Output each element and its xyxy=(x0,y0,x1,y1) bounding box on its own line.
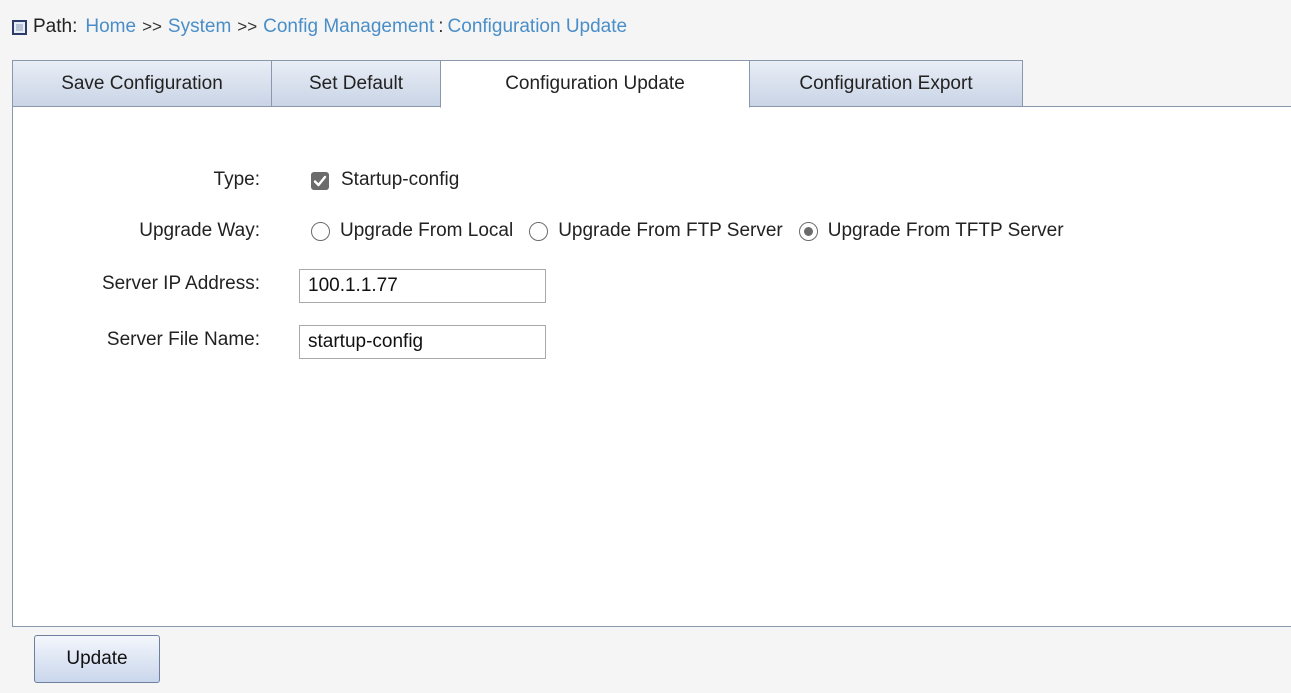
type-label: Type: xyxy=(213,169,260,190)
upgrade-from-ftp-radio[interactable] xyxy=(529,221,549,241)
tab-set-default[interactable]: Set Default xyxy=(271,60,441,107)
upgrade-from-ftp-option[interactable]: Upgrade From FTP Server xyxy=(529,220,783,242)
tab-configuration-update[interactable]: Configuration Update xyxy=(440,60,750,108)
server-ip-label: Server IP Address: xyxy=(101,273,260,294)
breadcrumb-separator: >> xyxy=(237,17,258,36)
upgrade-from-tftp-option[interactable]: Upgrade From TFTP Server xyxy=(798,220,1064,242)
upgrade-way-radio-group: Upgrade From Local Upgrade From FTP Serv… xyxy=(311,220,1080,242)
breadcrumb-current: Configuration Update xyxy=(447,16,628,37)
breadcrumb-separator: >> xyxy=(142,17,162,36)
upgrade-from-tftp-radio[interactable] xyxy=(798,221,818,241)
checkmark-icon xyxy=(313,175,327,187)
upgrade-from-ftp-label: Upgrade From FTP Server xyxy=(558,220,783,241)
tab-bar: Save Configuration Set Default Configura… xyxy=(12,60,1023,108)
startup-config-checkbox[interactable] xyxy=(311,172,329,190)
server-ip-input[interactable] xyxy=(299,269,546,303)
upgrade-from-local-label: Upgrade From Local xyxy=(340,220,514,241)
server-file-name-input[interactable] xyxy=(299,325,546,359)
breadcrumb-label: Path: xyxy=(33,16,78,37)
startup-config-label: Startup-config xyxy=(341,169,460,190)
tab-save-configuration[interactable]: Save Configuration xyxy=(12,60,272,107)
upgrade-way-label: Upgrade Way: xyxy=(139,220,260,241)
upgrade-from-local-option[interactable]: Upgrade From Local xyxy=(311,220,513,242)
breadcrumb-config-management-link[interactable]: Config Management xyxy=(263,16,434,38)
breadcrumb-system-link[interactable]: System xyxy=(168,16,231,38)
upgrade-from-local-radio[interactable] xyxy=(311,221,330,241)
config-update-page: Path: Home >> System >> Config Managemen… xyxy=(0,0,1291,693)
update-button[interactable]: Update xyxy=(34,635,160,683)
config-update-panel: Type: Startup-config Upgrade Way: Upgrad… xyxy=(12,106,1291,627)
upgrade-from-tftp-label: Upgrade From TFTP Server xyxy=(827,220,1064,241)
breadcrumb: Path: Home >> System >> Config Managemen… xyxy=(12,14,627,40)
breadcrumb-colon: : xyxy=(438,16,444,37)
breadcrumb-home-link[interactable]: Home xyxy=(85,16,136,38)
path-square-icon xyxy=(12,19,27,35)
tab-configuration-export[interactable]: Configuration Export xyxy=(749,60,1023,107)
server-file-name-label: Server File Name: xyxy=(106,329,260,350)
